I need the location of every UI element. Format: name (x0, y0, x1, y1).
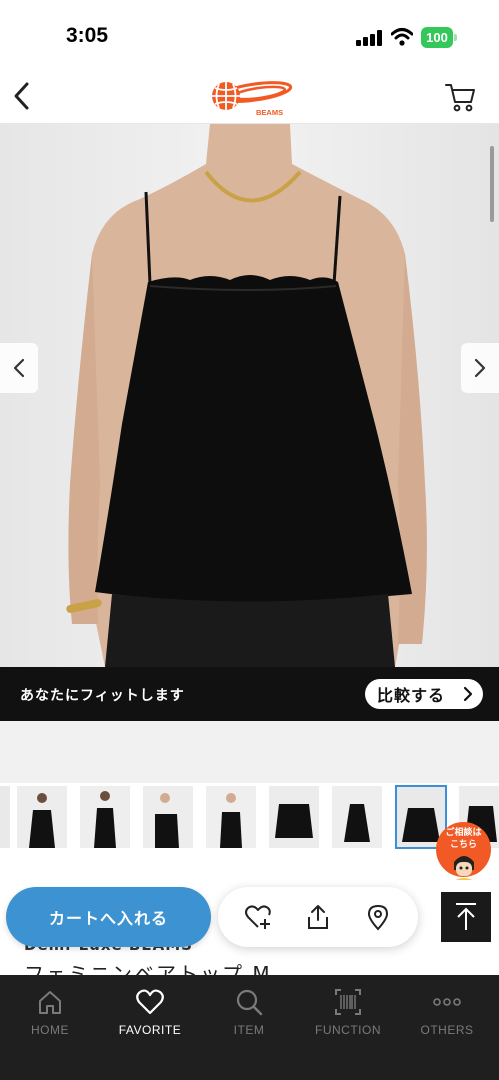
barcode-icon (335, 989, 361, 1015)
bottom-tab-bar: HOME FAVORITE ITEM FUNCTION OTHERS (0, 975, 499, 1080)
thumbnail[interactable] (143, 786, 193, 848)
tab-function[interactable]: FUNCTION (298, 983, 398, 1045)
arrow-up-icon (456, 903, 476, 930)
thumbnail[interactable] (206, 786, 256, 848)
compare-label: 比較する (377, 686, 446, 705)
product-photo (0, 124, 499, 667)
fit-banner: あなたにフィットします 比較する (0, 667, 499, 721)
product-image-carousel[interactable] (0, 124, 499, 667)
carousel-next-button[interactable] (461, 343, 499, 393)
thumbnail[interactable] (80, 786, 130, 848)
thumbnail[interactable] (269, 786, 319, 848)
battery-icon: 100 (421, 27, 457, 48)
consult-line2: こちら (449, 840, 477, 850)
tab-label: FUNCTION (315, 1023, 381, 1037)
more-dots-icon (433, 998, 461, 1006)
heart-icon (136, 989, 164, 1015)
chevron-left-icon (14, 82, 29, 110)
carousel-prev-button[interactable] (0, 343, 38, 393)
thumbnail[interactable] (17, 786, 67, 848)
consult-button[interactable]: ご相談は こちら (436, 822, 491, 884)
tab-home[interactable]: HOME (0, 983, 100, 1045)
tab-favorite[interactable]: FAVORITE (100, 983, 200, 1045)
tab-label: OTHERS (420, 1023, 474, 1037)
store-location-icon[interactable] (364, 903, 392, 931)
tab-others[interactable]: OTHERS (397, 983, 497, 1045)
add-favorite-heart-icon[interactable] (244, 903, 272, 931)
chevron-right-icon (463, 686, 473, 702)
action-row: Demi-Luxe BEAMS フェミニンベアトップ M カートへ入れる (0, 880, 499, 986)
tab-label: HOME (31, 1023, 69, 1037)
battery-level: 100 (421, 27, 453, 48)
cellular-signal-icon (356, 30, 384, 46)
consult-text: ご相談は こちら (440, 827, 487, 851)
wifi-icon (391, 28, 413, 46)
share-icon[interactable] (304, 903, 332, 931)
scroll-to-top-button[interactable] (441, 892, 491, 942)
tab-label: ITEM (233, 1023, 265, 1037)
beams-logo[interactable]: BEAMS (204, 77, 294, 117)
staff-avatar-icon (452, 856, 476, 882)
tab-label: FAVORITE (118, 1023, 182, 1037)
status-time: 3:05 (66, 24, 109, 47)
consult-line1: ご相談は (445, 828, 482, 838)
search-icon (236, 989, 263, 1016)
logo-text: BEAMS (256, 108, 283, 117)
thumbnail-strip (0, 721, 499, 871)
thumbnail[interactable] (0, 786, 10, 848)
scroll-indicator (490, 146, 494, 222)
status-bar: 3:05 100 (0, 0, 499, 70)
fit-message: あなたにフィットします (20, 688, 185, 704)
quick-actions (218, 887, 418, 947)
chevron-right-icon (474, 358, 486, 378)
thumbnail-header-space (0, 721, 499, 783)
add-to-cart-button[interactable]: カートへ入れる (6, 887, 211, 947)
thumbnail[interactable] (332, 786, 382, 848)
back-button[interactable] (6, 78, 36, 114)
compare-button[interactable]: 比較する (365, 679, 483, 709)
app-header: BEAMS (0, 70, 499, 124)
cart-icon[interactable] (444, 81, 476, 113)
chevron-left-icon (13, 358, 25, 378)
tab-item[interactable]: ITEM (199, 983, 299, 1045)
product-detail-screen: 3:05 100 BEAMS あなたにフィットします 比較する ご相談は こちら… (0, 0, 499, 1080)
home-icon (39, 991, 61, 1014)
